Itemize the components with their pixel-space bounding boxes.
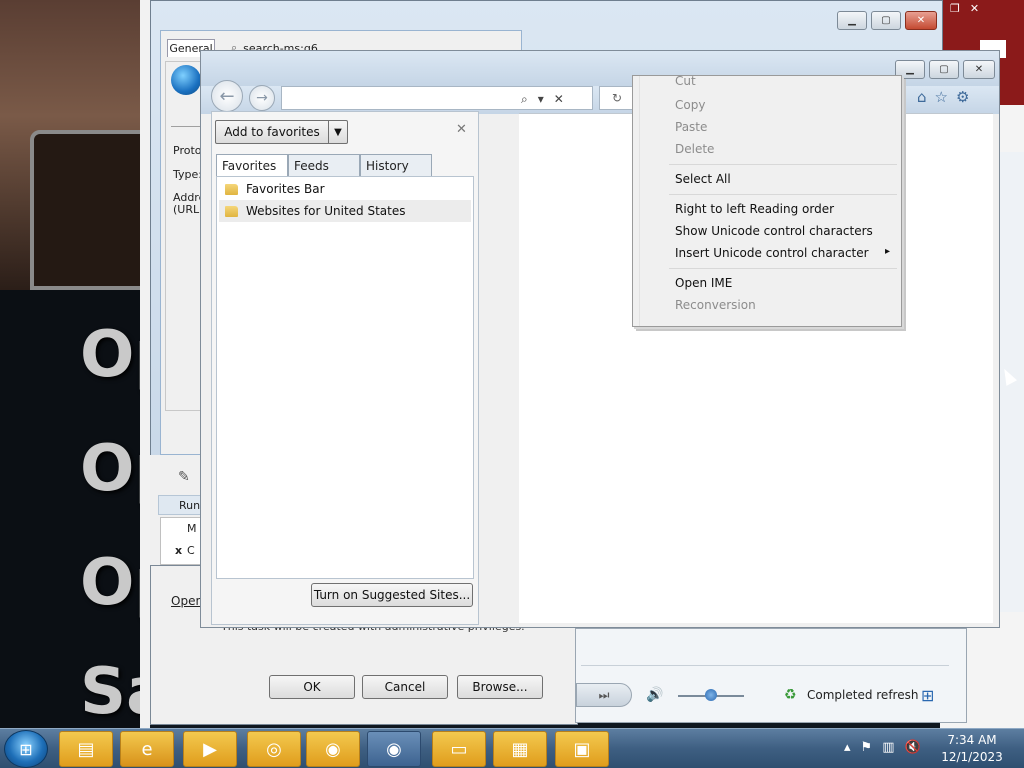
menu-item-select-all[interactable]: Select All bbox=[633, 168, 901, 190]
ok-button[interactable]: OK bbox=[269, 675, 355, 699]
tab-favorites[interactable]: Favorites bbox=[216, 154, 288, 176]
folder-icon bbox=[225, 183, 238, 195]
network-icon[interactable]: ▥ bbox=[882, 740, 894, 755]
tools-gear-icon[interactable]: ⚙ bbox=[956, 88, 969, 106]
file-explorer-icon[interactable]: ▤ bbox=[59, 731, 113, 767]
internet-explorer-icon[interactable]: e bbox=[120, 731, 174, 767]
remote-desktop-icon[interactable]: ▭ bbox=[432, 731, 486, 767]
action-center-icon[interactable]: ⚑ bbox=[861, 740, 873, 755]
tab-history[interactable]: History bbox=[360, 154, 432, 176]
submenu-arrow-icon: ▸ bbox=[885, 246, 891, 257]
background-device-image bbox=[30, 130, 150, 290]
favorites-bar-label: Favorites Bar bbox=[246, 182, 325, 196]
favorites-center: Add to favorites ▼ ✕ Favorites Feeds His… bbox=[211, 111, 479, 625]
col-m-header: M bbox=[187, 522, 197, 535]
add-to-favorites-button[interactable]: Add to favorites bbox=[215, 120, 329, 144]
browse-button[interactable]: Browse... bbox=[457, 675, 543, 699]
clock[interactable]: 7:34 AM 12/1/2023 bbox=[940, 733, 1004, 764]
close-pane-icon[interactable]: ✕ bbox=[456, 122, 467, 137]
menu-separator bbox=[669, 164, 897, 165]
row-c: C bbox=[187, 544, 195, 557]
favorites-list: Favorites Bar Websites for United States bbox=[216, 176, 474, 579]
menu-item-reconversion: Reconversion bbox=[675, 298, 756, 312]
menu-item-paste: Paste bbox=[675, 120, 708, 134]
seek-bar[interactable] bbox=[581, 665, 949, 666]
close-button[interactable]: ✕ bbox=[905, 11, 937, 30]
stop-icon[interactable]: ✕ bbox=[554, 92, 564, 106]
back-icon[interactable]: ← bbox=[211, 80, 243, 112]
tab-feeds[interactable]: Feeds bbox=[288, 154, 360, 176]
firefox-alt-icon[interactable]: ◉ bbox=[367, 731, 421, 767]
menu-item-open-ime[interactable]: Open IME bbox=[633, 272, 901, 294]
add-favorites-dropdown[interactable]: ▼ bbox=[328, 120, 348, 144]
menu-item-copy: Copy bbox=[675, 98, 706, 112]
folder-icon bbox=[225, 205, 238, 217]
control-panel-icon[interactable]: ▣ bbox=[555, 731, 609, 767]
home-icon[interactable]: ⌂ bbox=[917, 88, 927, 106]
close-icon[interactable]: ✕ bbox=[970, 2, 979, 16]
list-item[interactable]: Websites for United States bbox=[219, 200, 471, 222]
pin-icon: ✎ bbox=[178, 469, 190, 485]
forward-icon[interactable]: → bbox=[249, 85, 275, 111]
search-icon[interactable]: ⌕ bbox=[521, 92, 528, 107]
websites-us-label: Websites for United States bbox=[246, 204, 406, 218]
refresh-icon: ♻ bbox=[784, 687, 797, 703]
taskbar: ⊞ ▤ e ▶ ◎ ◉ ◉ ▭ ▦ ▣ ▴ ⚑ ▥ 🔇 7:34 AM 12/1… bbox=[0, 728, 1024, 768]
restore-icon[interactable]: ❐ bbox=[950, 2, 960, 16]
clock-time: 7:34 AM bbox=[947, 733, 997, 747]
status-text: Completed refresh bbox=[807, 688, 919, 702]
favorites-star-icon[interactable]: ☆ bbox=[935, 88, 948, 106]
clock-date: 12/1/2023 bbox=[941, 750, 1003, 764]
cancel-button[interactable]: Cancel bbox=[362, 675, 448, 699]
ie-close-button[interactable]: ✕ bbox=[963, 60, 995, 79]
list-item[interactable]: Favorites Bar bbox=[219, 178, 471, 200]
dropdown-arrow-icon[interactable]: ▾ bbox=[538, 92, 544, 106]
refresh-icon[interactable]: ↻ bbox=[599, 86, 635, 110]
suggested-sites-button[interactable]: Turn on Suggested Sites... bbox=[311, 583, 473, 607]
background-window-edge bbox=[140, 0, 150, 728]
switch-view-icon[interactable]: ⊞ bbox=[921, 686, 934, 705]
show-hidden-icons[interactable]: ▴ bbox=[844, 740, 851, 755]
menu-item-insert-unicode[interactable]: Insert Unicode control character ▸ bbox=[633, 242, 901, 264]
context-menu: Cut Copy Paste Delete Select All Right t… bbox=[632, 74, 902, 327]
menu-separator bbox=[669, 194, 897, 195]
maximize-button[interactable]: ▢ bbox=[871, 11, 901, 30]
chrome-icon[interactable]: ◎ bbox=[247, 731, 301, 767]
calculator-icon[interactable]: ▦ bbox=[493, 731, 547, 767]
ie-maximize-button[interactable]: ▢ bbox=[929, 60, 959, 79]
media-player-window: ⏭ 🔊 ♻ Completed refresh ⊞ bbox=[575, 628, 967, 723]
menu-item-cut: Cut bbox=[675, 74, 696, 88]
firefox-icon[interactable]: ◉ bbox=[306, 731, 360, 767]
media-player-icon[interactable]: ▶ bbox=[183, 731, 237, 767]
run-title-fragment: Run bbox=[179, 498, 201, 512]
next-track-icon[interactable]: ⏭ bbox=[576, 683, 632, 707]
volume-thumb[interactable] bbox=[705, 689, 717, 701]
volume-icon[interactable]: 🔊 bbox=[646, 687, 663, 703]
menu-separator bbox=[669, 268, 897, 269]
insert-unicode-label: Insert Unicode control character bbox=[675, 246, 869, 260]
open-label: Open bbox=[171, 594, 204, 608]
menu-item-rtl-reading[interactable]: Right to left Reading order bbox=[633, 198, 901, 220]
menu-item-show-unicode[interactable]: Show Unicode control characters bbox=[633, 220, 901, 242]
background-zoomed-window: Op Op Op Sa bbox=[0, 0, 150, 728]
start-button[interactable]: ⊞ bbox=[4, 730, 48, 768]
row-mark: x bbox=[175, 544, 183, 557]
menu-item-delete: Delete bbox=[675, 142, 715, 156]
volume-muted-icon[interactable]: 🔇 bbox=[904, 740, 920, 755]
minimize-button[interactable]: ▁ bbox=[837, 11, 867, 30]
